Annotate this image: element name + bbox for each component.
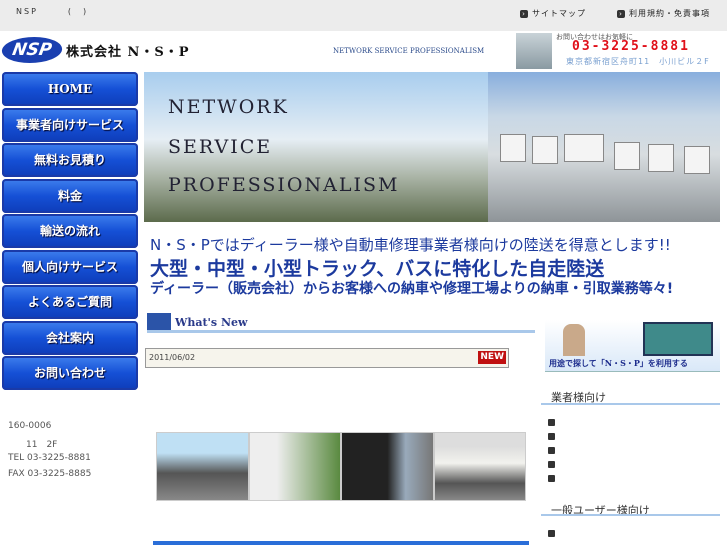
nav-pricing[interactable]: 料金: [2, 178, 138, 213]
nav-personal-service[interactable]: 個人向けサービス: [2, 249, 138, 284]
banner-text: 用途で探して「N・S・P」を利用する: [549, 358, 688, 368]
bullet-icon[interactable]: [548, 461, 555, 468]
hero-line: NETWORK: [168, 96, 289, 118]
headline-3: ディーラー（販売会社）からお客様への納車や修理工場よりの納車・引取業務等々!: [150, 281, 674, 297]
bottom-banner: [153, 541, 529, 545]
company-tel: TEL 03-3225-8881: [8, 453, 91, 463]
van-photo: [434, 432, 526, 501]
operator-image: [516, 33, 552, 69]
arrow-icon: ›: [520, 9, 528, 18]
sitemap-link[interactable]: › サイトマップ: [520, 8, 586, 19]
header-phone: 03-3225-8881: [572, 39, 690, 54]
bullet-icon[interactable]: [548, 530, 555, 537]
nav-home[interactable]: HOME: [2, 72, 138, 106]
nav-free-estimate[interactable]: 無料お見積り: [2, 143, 138, 177]
nav-company[interactable]: 会社案内: [2, 320, 138, 355]
bullet-icon[interactable]: [548, 433, 555, 440]
truck-chassis-photo: [156, 432, 249, 501]
nav-business-service[interactable]: 事業者向けサービス: [2, 107, 138, 142]
logo[interactable]: NSP: [0, 37, 65, 63]
new-badge: NEW: [478, 351, 506, 364]
header-address: 東京都新宿区舟町11 小川ビル２F: [566, 57, 710, 66]
company-name: 株式会社 N・S・P: [66, 45, 190, 60]
news-date: 2011/06/02: [149, 353, 196, 362]
bus-photo: [249, 432, 341, 501]
nav-contact[interactable]: お問い合わせ: [2, 356, 138, 390]
news-item[interactable]: 2011/06/02 NEW: [145, 348, 509, 368]
top-bar: NSP ( ) › サイトマップ › 利用規約・免責事項: [0, 0, 727, 31]
hero-line: SERVICE: [168, 136, 273, 158]
hero-banner: NETWORK SERVICE PROFESSIONALISM: [144, 72, 488, 222]
postal-code: 160-0006: [8, 421, 52, 431]
headline-2: 大型・中型・小型トラック、バスに特化した自走陸送: [150, 258, 605, 280]
divider: [147, 330, 535, 333]
trucks-photo: [488, 72, 720, 222]
terms-link[interactable]: › 利用規約・免責事項: [617, 8, 710, 19]
arrow-icon: ›: [617, 9, 625, 18]
bullet-icon[interactable]: [548, 419, 555, 426]
woman-image: [563, 324, 585, 356]
search-by-use-banner[interactable]: 用途で探して「N・S・P」を利用する: [545, 320, 720, 372]
sitemap-label: サイトマップ: [532, 9, 586, 18]
truck-photo: [341, 432, 434, 501]
bullet-icon[interactable]: [548, 475, 555, 482]
company-address: 11 2F: [26, 440, 58, 450]
truck-image: [643, 322, 713, 356]
company-fax: FAX 03-3225-8885: [8, 469, 92, 479]
headline-1: N・S・Pではディーラー様や自動車修理事業者様向けの陸送を得意とします!!: [150, 236, 671, 254]
nav-faq[interactable]: よくあるご質問: [2, 285, 138, 319]
hero-line: PROFESSIONALISM: [168, 174, 400, 196]
bullet-icon[interactable]: [548, 447, 555, 454]
nav-flow[interactable]: 輸送の流れ: [2, 214, 138, 248]
divider: [541, 403, 720, 405]
whats-new-title: What's New: [175, 316, 248, 329]
divider: [541, 514, 720, 516]
site-title: NSP ( ): [16, 7, 89, 16]
tagline: NETWORK SERVICE PROFESSIONALISM: [333, 47, 485, 55]
terms-label: 利用規約・免責事項: [629, 9, 710, 18]
